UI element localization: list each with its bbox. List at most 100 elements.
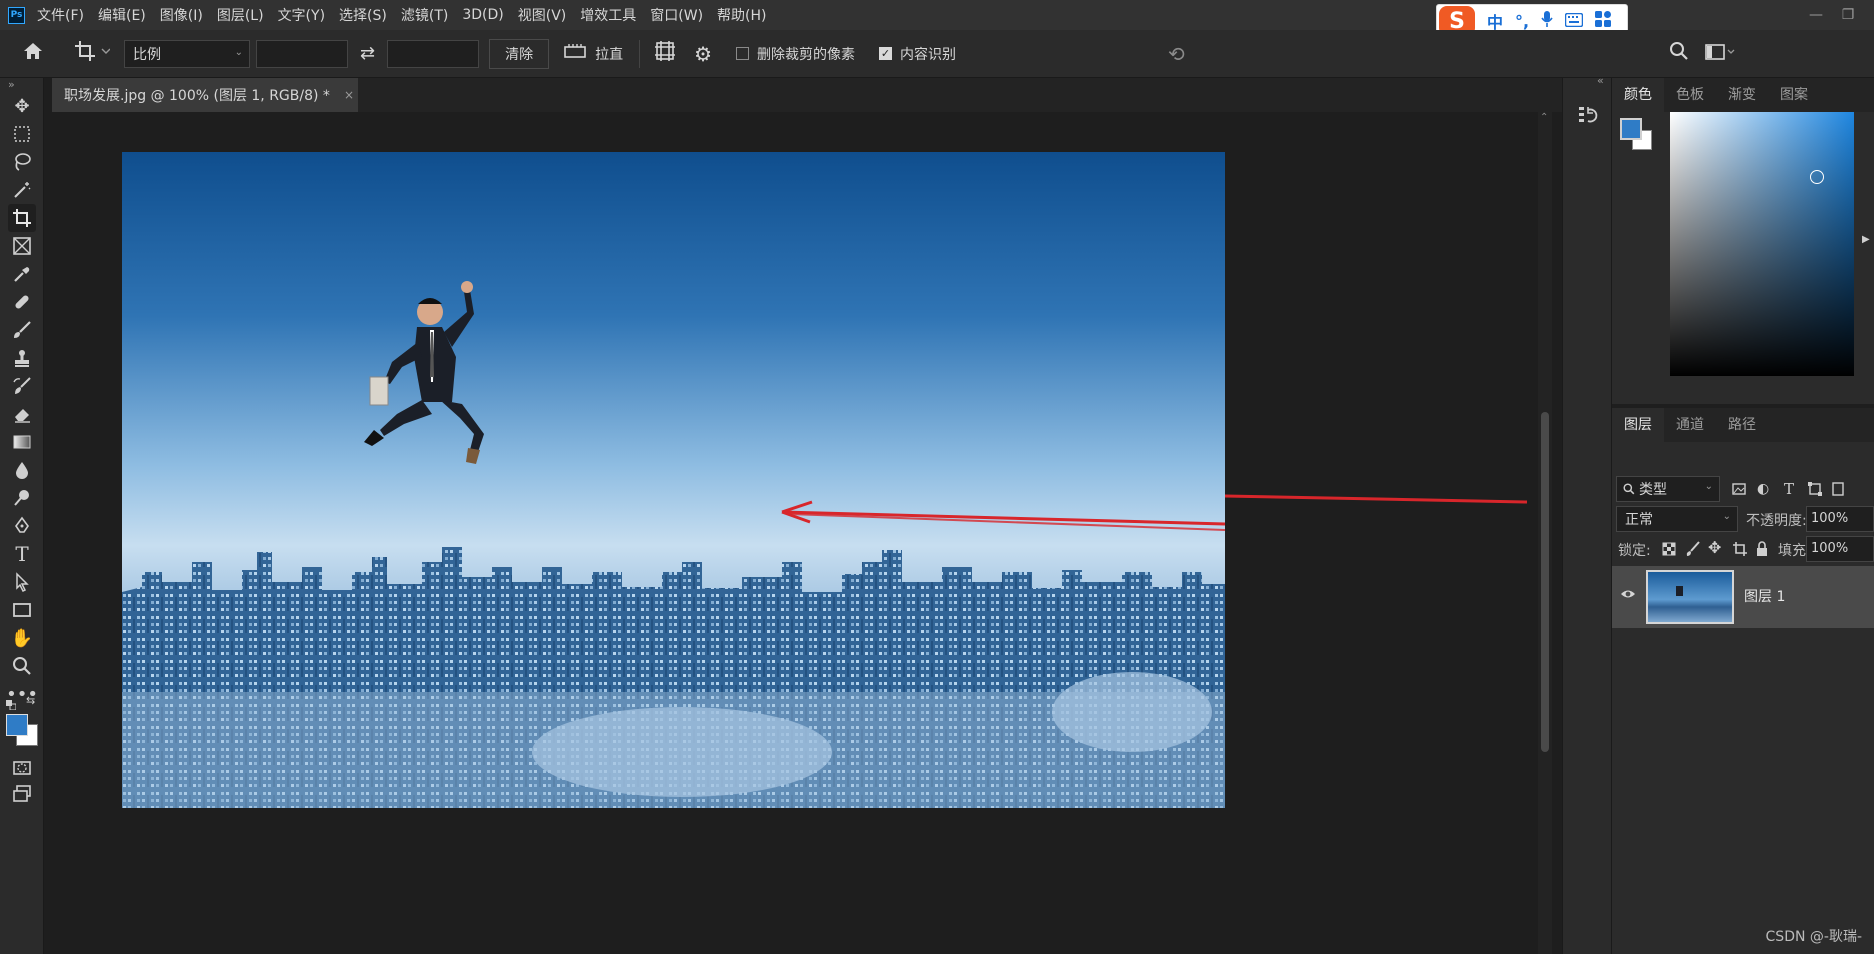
- tab-layers[interactable]: 图层: [1612, 408, 1664, 442]
- lock-artboard-icon[interactable]: [1732, 541, 1748, 561]
- crop-ratio-select[interactable]: 比例 ⌄: [124, 39, 250, 68]
- menu-help[interactable]: 帮助(H): [717, 5, 766, 25]
- menu-3d[interactable]: 3D(D): [462, 7, 503, 23]
- menu-plugins[interactable]: 增效工具: [580, 5, 636, 25]
- filter-type-layer-icon[interactable]: T: [1784, 480, 1794, 498]
- pen-tool-icon[interactable]: [8, 512, 36, 540]
- brush-tool-icon[interactable]: [8, 316, 36, 344]
- color-picker-cursor[interactable]: [1810, 170, 1824, 184]
- menu-window[interactable]: 窗口(W): [650, 5, 703, 25]
- layer-filter-select[interactable]: 类型 ⌄: [1616, 476, 1720, 502]
- chevron-down-icon: ⌄: [1722, 511, 1731, 522]
- tab-paths[interactable]: 路径: [1716, 408, 1768, 442]
- close-tab-icon[interactable]: ×: [344, 88, 354, 102]
- filter-pixel-layer-icon[interactable]: [1732, 482, 1746, 500]
- tab-color[interactable]: 颜色: [1612, 78, 1664, 112]
- menu-image[interactable]: 图像(I): [160, 5, 203, 25]
- restore-icon[interactable]: ❐: [1832, 7, 1864, 23]
- tab-gradients[interactable]: 渐变: [1716, 78, 1768, 112]
- path-selection-tool-icon[interactable]: [8, 568, 36, 596]
- grid-overlay-icon[interactable]: [654, 40, 676, 67]
- ime-punct-toggle[interactable]: °,: [1515, 12, 1529, 31]
- minimize-icon[interactable]: —: [1800, 7, 1832, 23]
- lock-position-icon[interactable]: ✥: [1708, 538, 1721, 557]
- clear-button[interactable]: 清除: [489, 38, 550, 69]
- frame-tool-icon[interactable]: [8, 232, 36, 260]
- history-panel-icon[interactable]: [1577, 104, 1599, 130]
- color-picker-field[interactable]: [1670, 112, 1854, 376]
- scrollbar-thumb[interactable]: [1541, 412, 1549, 752]
- swap-icon[interactable]: ⇄: [360, 43, 375, 64]
- zoom-tool-icon[interactable]: [8, 652, 36, 680]
- eyedropper-tool-icon[interactable]: [8, 260, 36, 288]
- menu-view[interactable]: 视图(V): [518, 5, 567, 25]
- content-aware-checkbox[interactable]: ✓: [879, 47, 893, 60]
- apps-icon[interactable]: [1595, 11, 1612, 31]
- tab-swatches[interactable]: 色板: [1664, 78, 1716, 112]
- lock-image-pixels-icon[interactable]: [1686, 541, 1700, 561]
- mic-icon[interactable]: [1541, 11, 1553, 31]
- collapse-dock-icon[interactable]: «: [1597, 74, 1604, 87]
- eye-icon[interactable]: [1620, 588, 1636, 604]
- collapse-toolbar-icon[interactable]: »: [8, 78, 15, 91]
- document-image[interactable]: [122, 152, 1225, 808]
- scroll-up-icon[interactable]: ⌃: [1540, 112, 1548, 123]
- screen-mode-icon[interactable]: [8, 780, 36, 808]
- gear-icon[interactable]: ⚙: [694, 42, 712, 66]
- menu-filter[interactable]: 滤镜(T): [401, 5, 448, 25]
- hand-tool-icon[interactable]: ✋: [8, 624, 36, 652]
- document-tab[interactable]: 职场发展.jpg @ 100% (图层 1, RGB/8) * ×: [52, 78, 358, 112]
- layer-thumbnail[interactable]: [1646, 570, 1734, 624]
- dodge-tool-icon[interactable]: [8, 484, 36, 512]
- tab-channels[interactable]: 通道: [1664, 408, 1716, 442]
- panel-menu-icon[interactable]: ▶: [1862, 234, 1870, 245]
- gradient-tool-icon[interactable]: [8, 428, 36, 456]
- marquee-tool-icon[interactable]: [8, 120, 36, 148]
- lasso-tool-icon[interactable]: [8, 148, 36, 176]
- quick-mask-icon[interactable]: [8, 754, 36, 782]
- straighten-label[interactable]: 拉直: [595, 44, 623, 64]
- history-brush-tool-icon[interactable]: [8, 372, 36, 400]
- filter-adjustment-layer-icon[interactable]: ◐: [1757, 481, 1769, 497]
- lock-transparent-pixels-icon[interactable]: [1662, 542, 1676, 560]
- vertical-scrollbar[interactable]: ⌃: [1538, 112, 1552, 954]
- menu-layer[interactable]: 图层(L): [217, 5, 264, 25]
- opacity-input[interactable]: 100%: [1806, 506, 1874, 532]
- blend-mode-select[interactable]: 正常 ⌄: [1616, 506, 1738, 532]
- layer-name[interactable]: 图层 1: [1744, 586, 1785, 606]
- layer-row[interactable]: 图层 1: [1612, 566, 1874, 628]
- reset-icon[interactable]: ⟲: [1168, 42, 1185, 66]
- filter-shape-layer-icon[interactable]: [1808, 482, 1822, 500]
- crop-tool-icon[interactable]: [8, 204, 36, 232]
- workspace-icon[interactable]: [1704, 42, 1735, 66]
- healing-brush-tool-icon[interactable]: [8, 288, 36, 316]
- filter-smart-object-icon[interactable]: [1832, 482, 1844, 500]
- straighten-icon[interactable]: [563, 41, 587, 66]
- swap-colors-icon[interactable]: ⇆: [26, 694, 35, 707]
- menu-select[interactable]: 选择(S): [339, 5, 387, 25]
- menu-type[interactable]: 文字(Y): [278, 5, 325, 25]
- tab-patterns[interactable]: 图案: [1768, 78, 1820, 112]
- crop-width-input[interactable]: [256, 39, 348, 68]
- panel-foreground-swatch[interactable]: [1620, 118, 1642, 140]
- fill-input[interactable]: 100%: [1806, 536, 1874, 562]
- home-icon[interactable]: [22, 41, 50, 66]
- lock-all-icon[interactable]: [1756, 541, 1768, 561]
- type-tool-icon[interactable]: T: [8, 540, 36, 568]
- foreground-color-swatch[interactable]: [6, 714, 28, 736]
- menu-edit[interactable]: 编辑(E): [98, 5, 146, 25]
- clone-stamp-tool-icon[interactable]: [8, 344, 36, 372]
- canvas-area[interactable]: [52, 112, 1562, 954]
- menu-file[interactable]: 文件(F): [37, 5, 84, 25]
- blur-tool-icon[interactable]: [8, 456, 36, 484]
- crop-tool-preset-icon[interactable]: [74, 40, 111, 67]
- search-icon[interactable]: [1669, 41, 1689, 66]
- rectangle-tool-icon[interactable]: [8, 596, 36, 624]
- keyboard-icon[interactable]: [1564, 12, 1584, 31]
- move-tool-icon[interactable]: ✥: [8, 92, 36, 120]
- magic-wand-tool-icon[interactable]: [8, 176, 36, 204]
- delete-cropped-checkbox[interactable]: [736, 47, 750, 60]
- default-colors-icon[interactable]: [6, 698, 17, 711]
- crop-height-input[interactable]: [387, 39, 480, 68]
- eraser-tool-icon[interactable]: [8, 400, 36, 428]
